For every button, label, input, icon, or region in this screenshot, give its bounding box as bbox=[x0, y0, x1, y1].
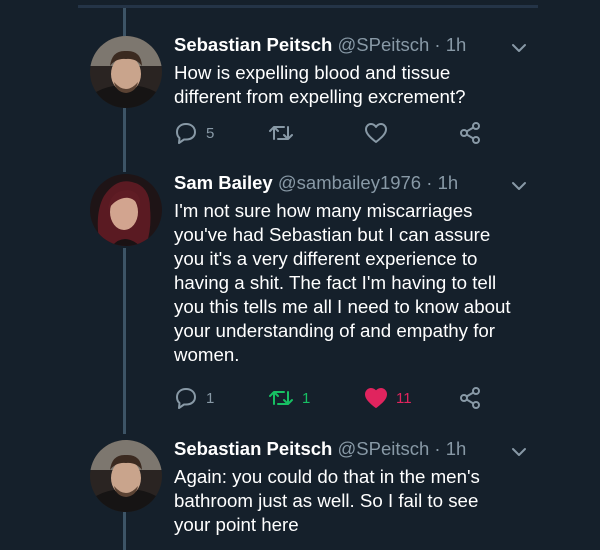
separator-dot: · bbox=[434, 34, 441, 55]
tweet-text-line: bathroom just as well. So I fail to see bbox=[174, 490, 479, 511]
reply-button[interactable]: 1 bbox=[174, 386, 214, 410]
heart-icon bbox=[365, 388, 387, 408]
share-icon bbox=[460, 122, 480, 144]
avatar[interactable] bbox=[90, 440, 162, 512]
tweet-text-line: your understanding of and empathy for bbox=[174, 320, 496, 341]
timestamp[interactable]: 1h bbox=[438, 172, 459, 193]
author-name[interactable]: Sebastian Peitsch bbox=[174, 34, 332, 55]
like-button[interactable] bbox=[364, 121, 396, 145]
like-count: 11 bbox=[396, 389, 412, 407]
tweet-text: Again: you could do that in the men's ba… bbox=[174, 465, 519, 537]
author-handle[interactable]: @SPeitsch bbox=[337, 34, 429, 55]
like-button[interactable]: 11 bbox=[364, 386, 412, 410]
reply-icon bbox=[176, 388, 196, 409]
tweet[interactable]: Sebastian Peitsch @SPeitsch · 1h Again: … bbox=[0, 430, 600, 550]
chevron-down-icon[interactable] bbox=[510, 446, 528, 458]
tweet-text-line: you this tells me all I need to know abo… bbox=[174, 296, 511, 317]
reply-count: 5 bbox=[206, 124, 215, 142]
tweet[interactable]: Sam Bailey @sambailey1976 · 1h I'm not s… bbox=[0, 160, 600, 430]
heart-icon bbox=[365, 123, 387, 143]
author-name[interactable]: Sebastian Peitsch bbox=[174, 438, 332, 459]
retweet-icon bbox=[269, 126, 293, 140]
author-handle[interactable]: @SPeitsch bbox=[337, 438, 429, 459]
tweet-text-line: Again: you could do that in the men's bbox=[174, 466, 480, 487]
share-icon bbox=[460, 387, 480, 409]
author-name[interactable]: Sam Bailey bbox=[174, 172, 273, 193]
tweet-text-line: women. bbox=[174, 344, 240, 365]
action-bar: 5 bbox=[174, 121, 494, 145]
retweet-count: 1 bbox=[302, 389, 311, 407]
tweet-text-line: you it's a very different experience to bbox=[174, 248, 478, 269]
tweet-text-line: having a shit. The fact I'm having to te… bbox=[174, 272, 497, 293]
share-button[interactable] bbox=[458, 386, 482, 410]
separator-dot: · bbox=[434, 438, 441, 459]
avatar[interactable] bbox=[90, 36, 162, 108]
timestamp[interactable]: 1h bbox=[446, 438, 467, 459]
chevron-down-icon[interactable] bbox=[510, 42, 528, 54]
timestamp[interactable]: 1h bbox=[446, 34, 467, 55]
tweet-text-line: I'm not sure how many miscarriages bbox=[174, 200, 473, 221]
share-button[interactable] bbox=[458, 121, 482, 145]
tweet-text-line: you've had Sebastian but I can assure bbox=[174, 224, 491, 245]
tweet-text: How is expelling blood and tissue differ… bbox=[174, 61, 519, 109]
chevron-down-icon[interactable] bbox=[510, 180, 528, 192]
tweet-text-line: your point here bbox=[174, 514, 299, 535]
reply-icon bbox=[176, 123, 196, 144]
retweet-button[interactable]: 1 bbox=[268, 386, 310, 410]
retweet-button[interactable] bbox=[268, 121, 302, 145]
author-handle[interactable]: @sambailey1976 bbox=[278, 172, 421, 193]
separator-dot: · bbox=[426, 172, 433, 193]
tweet-text-line: different from expelling excrement? bbox=[174, 86, 466, 107]
tweet-text: I'm not sure how many miscarriages you'v… bbox=[174, 199, 519, 367]
reply-button[interactable]: 5 bbox=[174, 121, 214, 145]
tweet-text-line: How is expelling blood and tissue bbox=[174, 62, 451, 83]
action-bar: 1 1 11 bbox=[174, 386, 494, 410]
avatar[interactable] bbox=[90, 174, 162, 246]
reply-count: 1 bbox=[206, 389, 215, 407]
tweet[interactable]: Sebastian Peitsch @SPeitsch · 1h How is … bbox=[0, 0, 600, 160]
retweet-icon bbox=[269, 391, 293, 405]
